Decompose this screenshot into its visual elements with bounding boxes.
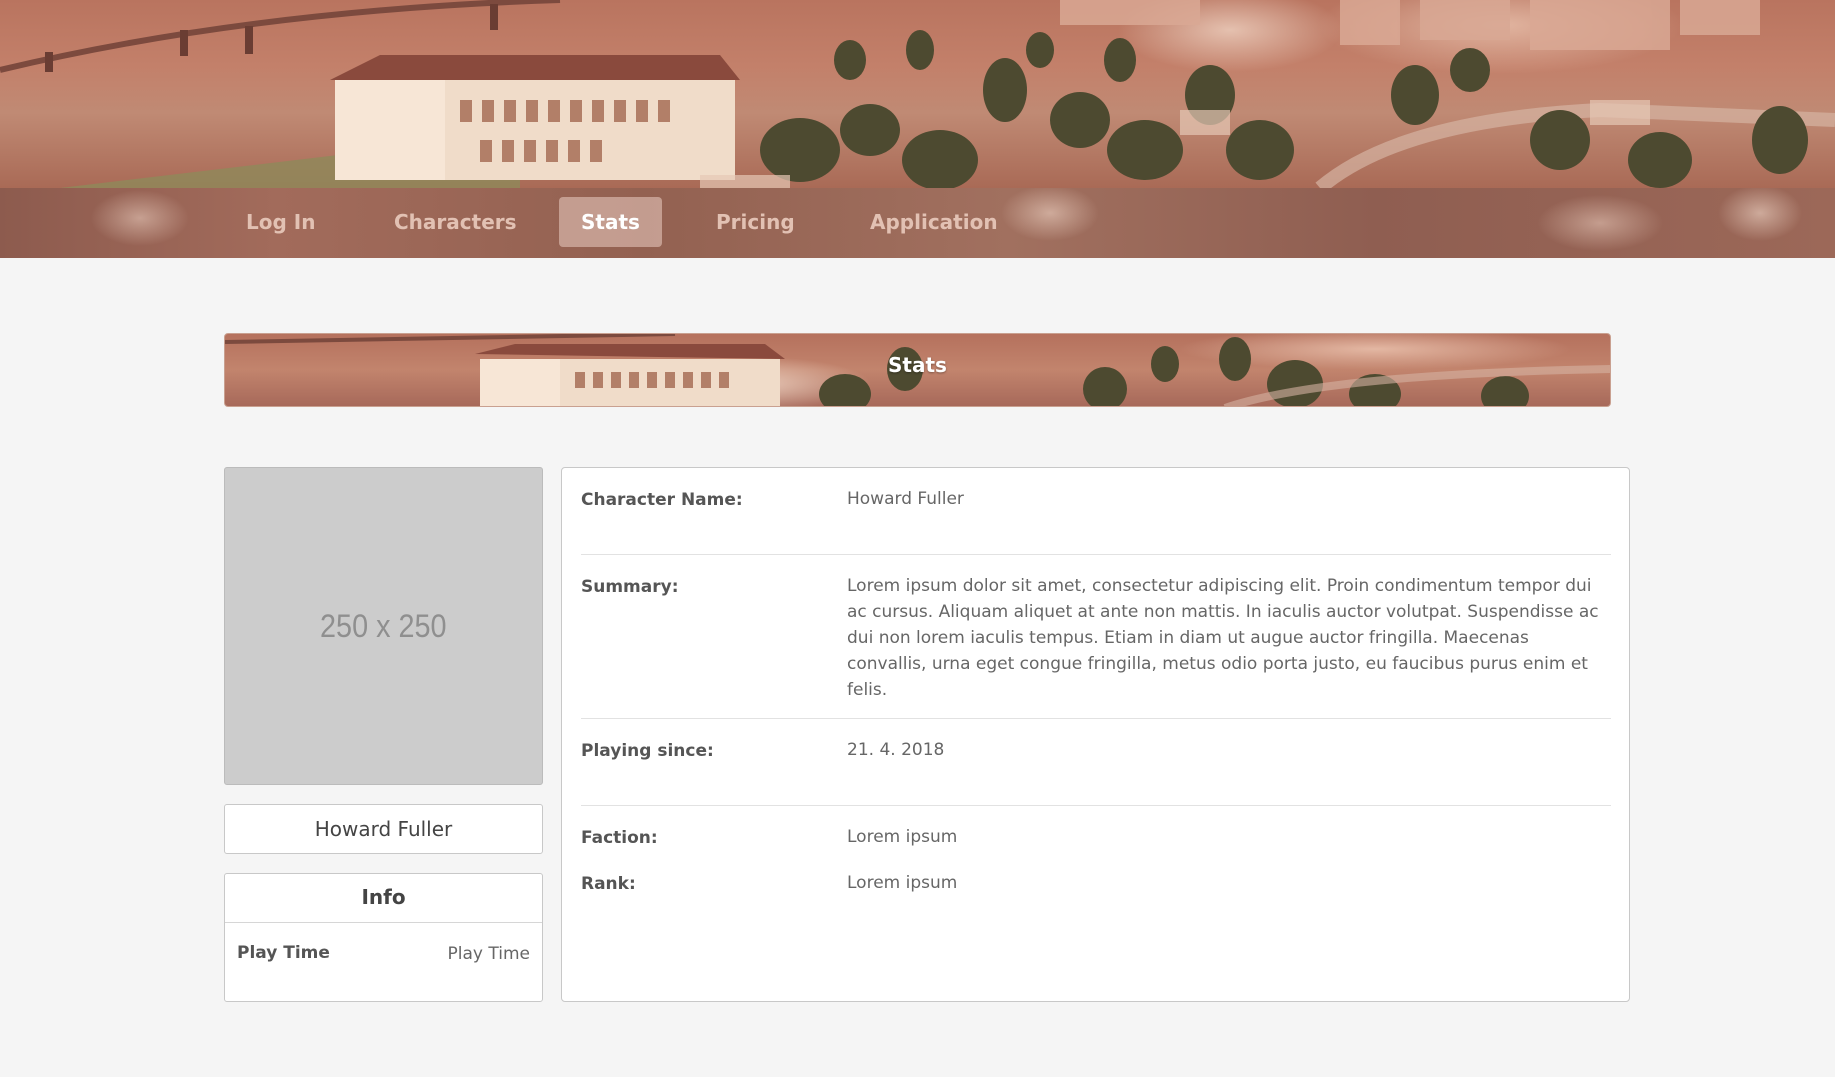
divider: [581, 805, 1611, 806]
faction-value: Lorem ipsum: [847, 827, 958, 847]
faction-label: Faction:: [581, 828, 658, 848]
playing-since-value: 21. 4. 2018: [847, 740, 945, 760]
avatar-placeholder-text: 250 x 250: [320, 607, 447, 644]
city-scene-illustration: [0, 0, 1835, 188]
play-time-label: Play Time: [237, 943, 330, 963]
info-row-play-time: Play Time Play Time: [225, 923, 542, 987]
header-hero-image: [0, 0, 1835, 188]
play-time-value: Play Time: [447, 944, 530, 964]
nav-pricing[interactable]: Pricing: [694, 197, 817, 247]
nav-application[interactable]: Application: [848, 197, 1020, 247]
avatar-placeholder: 250 x 250: [224, 467, 543, 785]
banner-title: Stats: [888, 353, 947, 377]
main-navbar: Log In Characters Stats Pricing Applicat…: [0, 188, 1835, 258]
divider: [581, 718, 1611, 719]
nav-stats[interactable]: Stats: [559, 197, 662, 247]
summary-label: Summary:: [581, 577, 679, 597]
divider: [581, 554, 1611, 555]
info-panel: Info Play Time Play Time: [224, 873, 543, 1002]
summary-value: Lorem ipsum dolor sit amet, consectetur …: [847, 576, 1599, 700]
rank-value: Lorem ipsum: [847, 873, 958, 893]
nav-log-in[interactable]: Log In: [224, 197, 337, 247]
nav-characters[interactable]: Characters: [372, 197, 539, 247]
character-name-box: Howard Fuller: [224, 804, 543, 854]
character-name-value: Howard Fuller: [847, 489, 964, 509]
playing-since-label: Playing since:: [581, 741, 714, 761]
character-name-label: Character Name:: [581, 490, 743, 510]
info-title: Info: [225, 874, 542, 923]
rank-label: Rank:: [581, 874, 636, 894]
stats-banner: Stats: [224, 333, 1611, 407]
character-details-panel: Character Name: Howard Fuller Summary: L…: [561, 467, 1630, 1002]
